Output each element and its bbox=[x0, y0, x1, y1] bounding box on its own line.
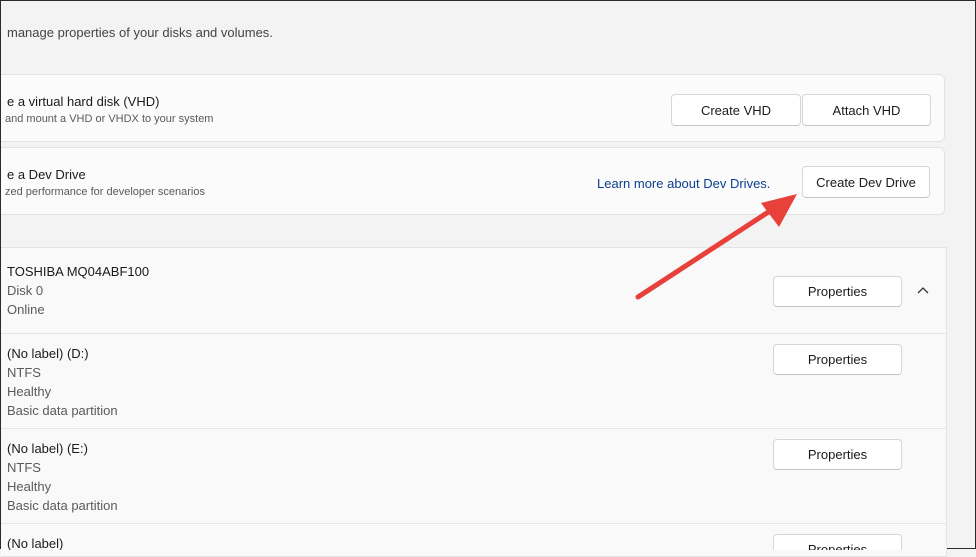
volume-label: (No label) (D:) bbox=[7, 346, 89, 361]
dev-drive-card-title: e a Dev Drive bbox=[7, 167, 86, 182]
create-dev-drive-button[interactable]: Create Dev Drive bbox=[802, 166, 930, 198]
volume-filesystem: NTFS bbox=[7, 365, 41, 380]
volume-properties-button[interactable]: Properties bbox=[773, 344, 902, 375]
create-vhd-button[interactable]: Create VHD bbox=[671, 94, 801, 126]
volume-health: Healthy bbox=[7, 479, 52, 494]
chevron-up-icon[interactable] bbox=[915, 284, 931, 296]
disk-number: Disk 0 bbox=[7, 283, 44, 298]
volume-type: Basic data partition bbox=[7, 403, 118, 418]
dev-drive-card-description: zed performance for developer scenarios bbox=[5, 186, 205, 198]
volume-row: (No label) (D:) NTFS Healthy Basic data … bbox=[1, 333, 946, 429]
vhd-card-title: e a virtual hard disk (VHD) bbox=[7, 94, 160, 109]
vhd-card: e a virtual hard disk (VHD) and mount a … bbox=[1, 74, 945, 142]
volume-label: (No label) bbox=[7, 536, 64, 550]
volume-type: Basic data partition bbox=[7, 498, 118, 513]
disk-properties-button[interactable]: Properties bbox=[773, 276, 902, 307]
volume-filesystem: NTFS bbox=[7, 460, 41, 475]
volume-health: Healthy bbox=[7, 384, 52, 399]
volume-properties-button[interactable]: Properties bbox=[773, 439, 902, 470]
dev-drive-card: e a Dev Drive zed performance for develo… bbox=[1, 147, 945, 215]
volume-label: (No label) (E:) bbox=[7, 441, 88, 456]
page-subtitle: manage properties of your disks and volu… bbox=[7, 25, 273, 40]
disk-status: Online bbox=[7, 302, 45, 317]
volume-properties-button[interactable]: Properties bbox=[773, 534, 902, 550]
disk-name: TOSHIBA MQ04ABF100 bbox=[7, 264, 150, 279]
learn-more-dev-drives-link[interactable]: Learn more about Dev Drives. bbox=[597, 176, 770, 191]
attach-vhd-button[interactable]: Attach VHD bbox=[802, 94, 931, 126]
volume-row: (No label) (E:) NTFS Healthy Basic data … bbox=[1, 428, 946, 524]
vhd-card-description: and mount a VHD or VHDX to your system bbox=[5, 113, 214, 125]
volume-row: (No label) Properties bbox=[1, 523, 946, 550]
